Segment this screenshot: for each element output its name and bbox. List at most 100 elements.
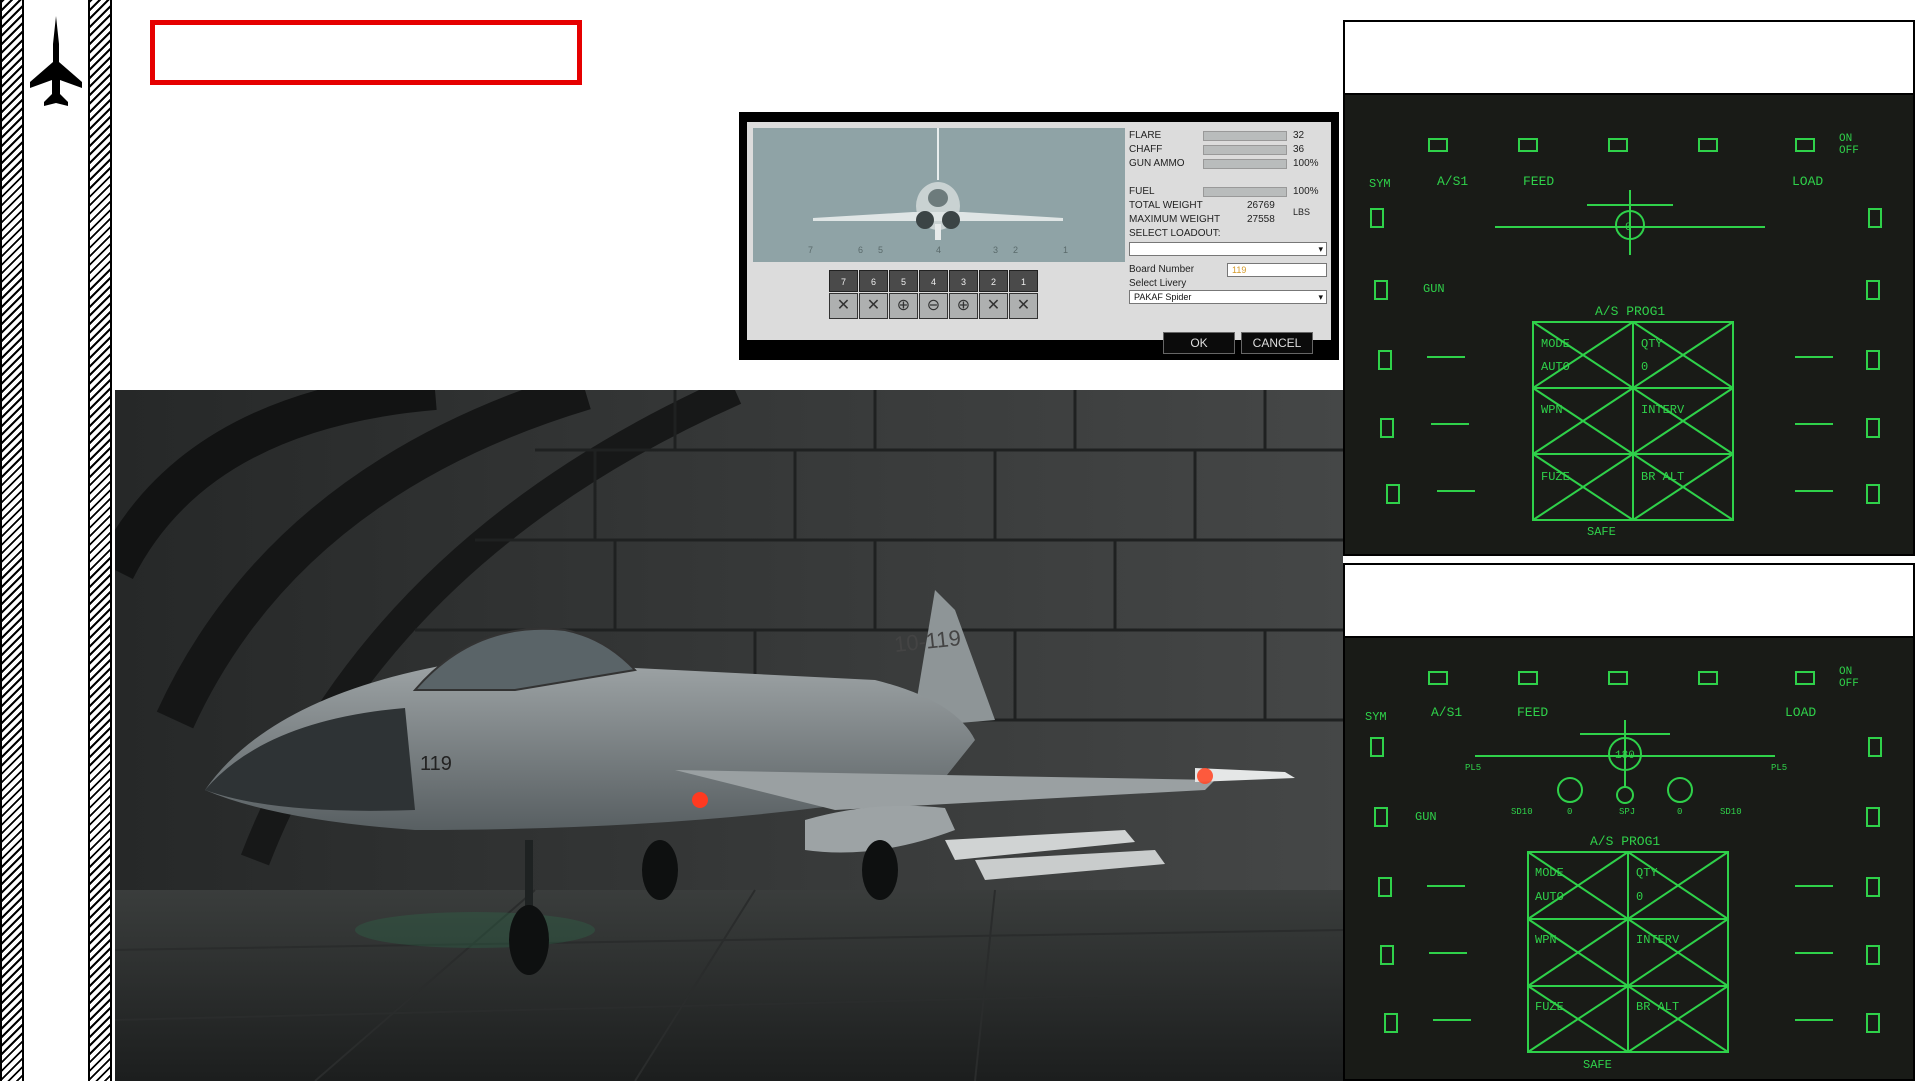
pylon-slot[interactable]: ⊖ [919,293,948,319]
livery-label: Select Livery [1129,278,1187,289]
mfd-station-label: PL5 [1771,763,1787,773]
mfd-station-label: SD10 [1720,807,1742,817]
pylon-slot[interactable]: ✕ [829,293,858,319]
mfd-station-label: 0 [1677,807,1682,817]
pylon-slot[interactable]: ⊕ [949,293,978,319]
mfd-label-as1: A/S1 [1431,705,1462,720]
pylon-slot[interactable]: ✕ [859,293,888,319]
chaff-slider[interactable] [1203,145,1287,155]
mfd-grid-label: MODE [1535,866,1564,880]
loadout-select[interactable]: ▾ [1129,242,1327,256]
pylon-header: 2 [979,270,1008,292]
pylon-axis-label: 1 [1063,245,1068,255]
gun-ammo-slider[interactable] [1203,159,1287,169]
pylon-header: 5 [889,270,918,292]
mfd-station-label: 0 [1567,807,1572,817]
board-number-input[interactable]: 119 [1227,263,1327,277]
pylon-axis-label: 6 [858,245,863,255]
pylon-slot[interactable]: ✕ [1009,293,1038,319]
mfd-grid-label: AUTO [1541,360,1570,374]
title-box [150,20,582,85]
mfd-grid-label: 0 [1636,890,1643,904]
mfd-grid-label: WPN [1535,933,1557,947]
jet-silhouette-icon [30,16,82,106]
aircraft-front-view: 7 6 5 4 3 2 1 [753,128,1125,262]
mfd-safe-label: SAFE [1587,525,1616,539]
fuel-label: FUEL [1129,186,1155,197]
mfd-program-title: A/S PROG1 [1595,304,1665,319]
flare-value: 32 [1293,130,1305,141]
pylon-header: 3 [949,270,978,292]
chevron-down-icon: ▾ [1318,292,1323,302]
mfd-station-label: SPJ [1619,807,1635,817]
mfd-label-feed: FEED [1523,174,1554,189]
mfd-program-title: A/S PROG1 [1590,834,1660,849]
select-loadout-label: SELECT LOADOUT: [1129,228,1221,239]
mfd-label-load: LOAD [1785,705,1816,720]
mfd-on-label: ON [1839,133,1852,145]
pylon-header: 4 [919,270,948,292]
mfd-sym-label: SYM [1365,710,1387,724]
chaff-label: CHAFF [1129,144,1163,155]
pylon-slot[interactable]: ✕ [979,293,1008,319]
mfd-station-label: SD10 [1511,807,1533,817]
mfd-label-feed: FEED [1517,705,1548,720]
cancel-button[interactable]: CANCEL [1241,332,1313,354]
aircraft-hangar-photo: 10-119 119 [115,390,1343,1081]
mfd-grid-label: INTERV [1641,403,1685,417]
mfd-gun-label: GUN [1415,810,1437,824]
mfd-gun-label: GUN [1423,282,1445,296]
loadout-dialog: 7 6 5 4 3 2 1 7 6 5 4 3 2 1 ✕ ✕ ⊕ ⊖ ⊕ ✕ … [739,112,1339,360]
chaff-value: 36 [1293,144,1305,155]
mfd-label-as1: A/S1 [1437,174,1468,189]
total-weight-label: TOTAL WEIGHT [1129,200,1203,211]
mfd-safe-label: SAFE [1583,1058,1612,1072]
mfd-center-value: 0 [1625,222,1632,234]
mfd-grid-label: 0 [1641,360,1648,374]
fuel-value: 100% [1293,186,1319,197]
mfd-station-label: PL5 [1465,763,1481,773]
mfd-top-label-box [1343,20,1915,95]
loadout-panel: 7 6 5 4 3 2 1 7 6 5 4 3 2 1 ✕ ✕ ⊕ ⊖ ⊕ ✕ … [747,122,1331,340]
pylon-axis-label: 7 [808,245,813,255]
page: 7 6 5 4 3 2 1 7 6 5 4 3 2 1 ✕ ✕ ⊕ ⊖ ⊕ ✕ … [0,0,1921,1081]
flare-slider[interactable] [1203,131,1287,141]
fuel-slider[interactable] [1203,187,1287,197]
pylon-axis-label: 2 [1013,245,1018,255]
chevron-down-icon: ▾ [1318,244,1323,254]
ok-button[interactable]: OK [1163,332,1235,354]
mfd-grid-label: INTERV [1636,933,1680,947]
mfd-label-load: LOAD [1792,174,1823,189]
pylon-header: 6 [859,270,888,292]
pylon-axis-label: 3 [993,245,998,255]
maximum-weight-value: 27558 [1247,214,1275,225]
board-number-label: Board Number [1129,264,1195,275]
pylon-header: 1 [1009,270,1038,292]
mfd-off-label: OFF [1839,678,1859,690]
pylon-slot[interactable]: ⊕ [889,293,918,319]
mfd-on-label: ON [1839,666,1852,678]
pylon-grid: 7 6 5 4 3 2 1 ✕ ✕ ⊕ ⊖ ⊕ ✕ ✕ [829,270,1042,320]
mfd-grid-label: AUTO [1535,890,1564,904]
mfd-grid-label: FUZE [1541,470,1570,484]
mfd-grid-label: QTY [1636,866,1658,880]
sidebar-stripe-right [88,0,112,1081]
mfd-grid-label: FUZE [1535,1000,1564,1014]
maximum-weight-label: MAXIMUM WEIGHT [1129,214,1221,225]
total-weight-value: 26769 [1247,200,1275,211]
mfd-bottom: A/S1 FEED LOAD ON OFF SYM GUN 180 PL5 SD… [1343,636,1915,1081]
livery-select-value: PAKAF Spider [1134,292,1192,302]
mfd-grid-label: MODE [1541,337,1570,351]
mfd-grid-label: BR ALT [1641,470,1684,484]
weight-unit: LBS [1293,207,1311,217]
mfd-grid-label: QTY [1641,337,1663,351]
flare-label: FLARE [1129,130,1162,141]
mfd-off-label: OFF [1839,145,1859,157]
livery-select[interactable]: PAKAF Spider ▾ [1129,290,1327,304]
nose-number: 119 [420,753,452,775]
pylon-axis-label: 4 [936,245,941,255]
mfd-sym-label: SYM [1369,177,1391,191]
mfd-grid-label: WPN [1541,403,1563,417]
sidebar-stripe-left [0,0,24,1081]
mfd-bottom-label-box [1343,563,1915,638]
